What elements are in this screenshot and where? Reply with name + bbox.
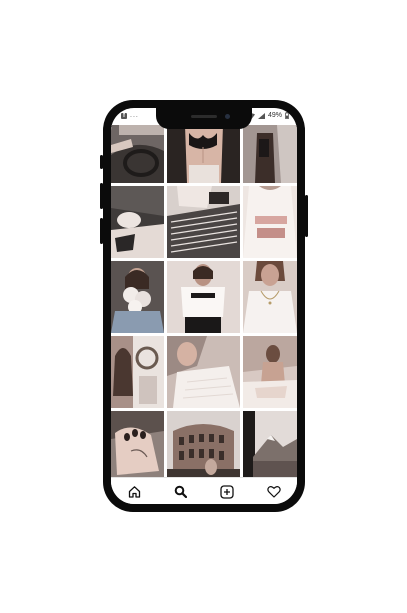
grid-photo-flowers[interactable] (111, 261, 164, 333)
notification-overflow: ... (130, 112, 139, 119)
grid-photo-lace-top[interactable] (167, 125, 240, 183)
grid-photo-nails[interactable] (111, 411, 164, 479)
tab-home[interactable] (123, 481, 145, 503)
grid-photo-necklace[interactable] (243, 261, 297, 333)
grid-photo-graphic-tee[interactable] (243, 186, 297, 258)
grid-photo-records[interactable] (167, 186, 240, 258)
speaker-grill (191, 115, 217, 118)
home-icon (128, 485, 141, 498)
add-post-icon (220, 484, 234, 499)
tab-activity[interactable] (263, 481, 285, 503)
mute-switch (100, 218, 103, 244)
power-button (305, 195, 308, 237)
tab-search[interactable] (170, 481, 192, 503)
signal-icon (257, 112, 265, 119)
grid-photo-bed[interactable] (243, 336, 297, 408)
grid-photo-phone-mirror[interactable] (243, 125, 297, 183)
grid-photo-white-tee[interactable] (167, 261, 240, 333)
grid-photo-car-interior[interactable] (111, 125, 164, 183)
grid-photo-wreath[interactable] (111, 336, 164, 408)
notification-icon: f (121, 112, 127, 119)
notch (156, 108, 252, 129)
battery-icon (285, 112, 289, 119)
photo-grid (111, 125, 297, 479)
battery-percent: 49% (267, 112, 282, 119)
grid-photo-sweater[interactable] (167, 336, 240, 408)
bottom-tab-bar (111, 477, 297, 504)
phone-frame: f ... 49% (100, 100, 308, 512)
volume-up-button (100, 155, 103, 169)
screen: f ... 49% (111, 108, 297, 504)
volume-down-button (100, 183, 103, 209)
grid-photo-blanket[interactable] (111, 186, 164, 258)
grid-photo-colosseum[interactable] (167, 411, 240, 479)
heart-icon (267, 485, 281, 498)
search-icon (174, 485, 188, 498)
tab-new-post[interactable] (216, 481, 238, 503)
grid-photo-mountain[interactable] (243, 411, 297, 479)
front-camera (225, 114, 230, 119)
